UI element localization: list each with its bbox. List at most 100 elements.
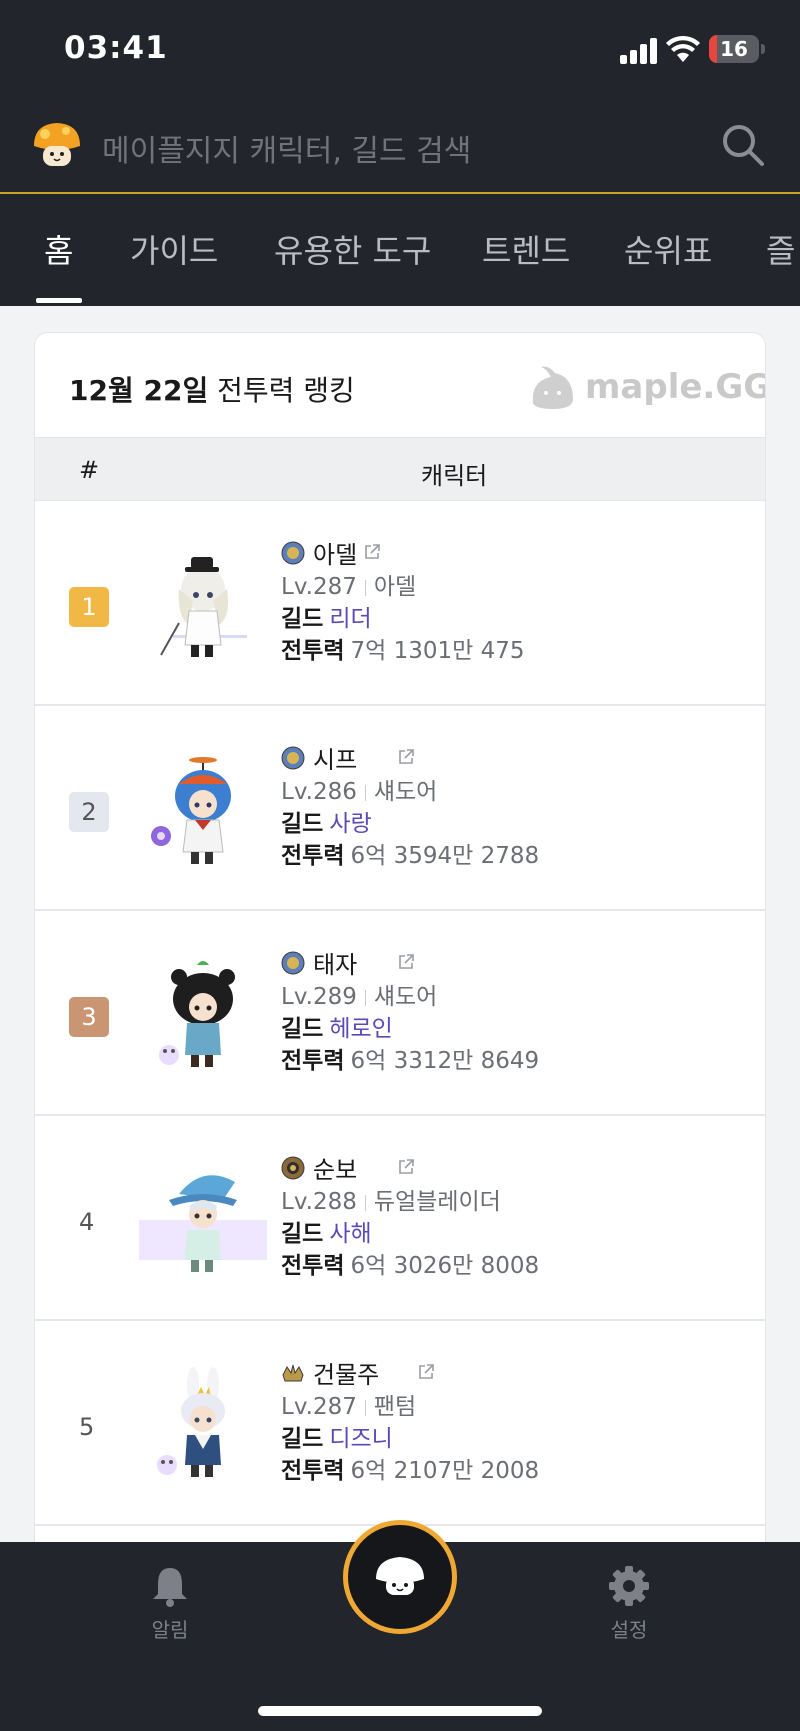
job-emblem-icon (281, 746, 305, 770)
character-avatar (151, 757, 231, 864)
bell-icon (153, 1568, 187, 1607)
power-line: 전투력 7억 1301만 475 (281, 631, 525, 665)
search-input[interactable]: 메이플지지 캐릭터, 길드 검색 (102, 126, 471, 170)
tab-ranking[interactable]: 순위표 (624, 226, 712, 272)
home-indicator (258, 1706, 542, 1716)
external-link-icon[interactable] (397, 1158, 415, 1176)
search-bar[interactable]: 메이플지지 캐릭터, 길드 검색 (0, 100, 800, 194)
mushroom-home-icon (376, 1557, 424, 1595)
level-job: Lv.287 팬텀 (281, 1387, 416, 1421)
level-job: Lv.286 섀도어 (281, 772, 437, 806)
power-value: 6억 3312만 8649 (350, 1048, 540, 1074)
power-line: 전투력 6억 3312만 8649 (281, 1041, 539, 1075)
guild-line: 길드 헤로인 (281, 1009, 393, 1043)
guild-label: 길드 (281, 1426, 324, 1452)
ranking-row-3[interactable]: 3 태자 Lv.289 섀도어 길드 헤로인 전투력 6억 3312만 8649 (35, 911, 765, 1116)
power-label: 전투력 (281, 1048, 345, 1074)
external-link-icon[interactable] (397, 748, 415, 766)
header-character: 캐릭터 (421, 462, 488, 490)
character-name[interactable]: 시프 (313, 740, 357, 775)
job-emblem-icon (281, 1156, 305, 1180)
power-label: 전투력 (281, 1253, 345, 1279)
character-job: 팬텀 (373, 1394, 417, 1420)
job-emblem-icon (281, 541, 305, 565)
character-job: 섀도어 (373, 779, 438, 805)
guild-link[interactable]: 디즈니 (329, 1426, 392, 1452)
rank-number: 5 (79, 1413, 95, 1441)
power-value: 6억 3026만 8008 (350, 1253, 540, 1279)
power-label: 전투력 (281, 843, 345, 869)
character-avatar (160, 557, 247, 657)
power-value: 6억 2107만 2008 (350, 1458, 540, 1484)
tab-trend[interactable]: 트렌드 (482, 226, 570, 272)
level-job: Lv.288 듀얼블레이더 (281, 1182, 501, 1216)
cellular-signal-icon (620, 38, 658, 64)
ranking-row-5[interactable]: 5 건물주 Lv.287 팬텀 길드 디즈니 전투력 6억 2107만 2008 (35, 1321, 765, 1526)
ranking-row-2[interactable]: 2 시프 Lv.286 섀도어 길드 사랑 전투력 6억 3594만 2788 (35, 706, 765, 911)
job-emblem-icon (281, 951, 305, 975)
guild-link[interactable]: 사해 (329, 1221, 371, 1247)
level-job: Lv.287 아델 (281, 567, 416, 601)
tab-favorites[interactable]: 즐 (766, 226, 795, 272)
rank-badge-silver: 2 (69, 792, 109, 832)
external-link-icon[interactable] (363, 543, 381, 561)
home-center-button[interactable] (343, 1520, 457, 1634)
power-value: 7억 1301만 475 (350, 638, 525, 664)
ranking-title: 12월 22일 전투력 랭킹 (69, 369, 355, 409)
ranking-card-header: 12월 22일 전투력 랭킹 maple.GG (35, 333, 765, 437)
power-line: 전투력 6억 2107만 2008 (281, 1451, 539, 1485)
power-line: 전투력 6억 3026만 8008 (281, 1246, 539, 1280)
nav-alerts-label: 알림 (151, 1618, 189, 1642)
character-avatar (139, 1175, 267, 1272)
search-icon[interactable] (720, 122, 766, 168)
header-rank: # (79, 456, 100, 484)
external-link-icon[interactable] (417, 1363, 435, 1381)
ranking-card: 12월 22일 전투력 랭킹 maple.GG # 캐릭터 1 아델 Lv.28… (34, 332, 766, 1542)
bottom-nav: 알림 설정 (0, 1520, 800, 1731)
character-name[interactable]: 아델 (313, 535, 357, 570)
main-content[interactable]: 12월 22일 전투력 랭킹 maple.GG # 캐릭터 1 아델 Lv.28… (0, 306, 800, 1542)
mushroom-logo-icon[interactable] (30, 120, 84, 170)
character-avatar (159, 961, 235, 1067)
guild-line: 길드 사해 (281, 1214, 372, 1248)
character-job: 섀도어 (373, 984, 438, 1010)
table-header: # 캐릭터 (35, 437, 765, 501)
tab-home[interactable]: 홈 (44, 226, 73, 272)
rank-badge-bronze: 3 (69, 997, 109, 1037)
power-label: 전투력 (281, 1458, 345, 1484)
guild-label: 길드 (281, 811, 324, 837)
ranking-row-4[interactable]: 4 순보 Lv.288 듀얼블레이더 길드 사해 전투력 6억 3026만 80… (35, 1116, 765, 1321)
character-name[interactable]: 태자 (313, 945, 357, 980)
brand-text: maple.GG (585, 367, 766, 407)
external-link-icon[interactable] (397, 953, 415, 971)
power-label: 전투력 (281, 638, 345, 664)
battery-level: 16 (720, 37, 748, 61)
character-level: Lv.289 (281, 984, 357, 1010)
character-job: 듀얼블레이더 (373, 1189, 501, 1215)
wifi-icon (666, 35, 700, 62)
guild-link[interactable]: 리더 (329, 606, 371, 632)
guild-label: 길드 (281, 606, 324, 632)
character-job: 아델 (373, 574, 417, 600)
character-level: Lv.288 (281, 1189, 357, 1215)
tab-guide[interactable]: 가이드 (130, 226, 218, 272)
level-job: Lv.289 섀도어 (281, 977, 437, 1011)
guild-label: 길드 (281, 1221, 324, 1247)
nav-alerts[interactable]: 알림 (110, 1564, 230, 1643)
nav-settings[interactable]: 설정 (569, 1564, 689, 1643)
job-emblem-icon (282, 1364, 304, 1382)
guild-line: 길드 디즈니 (281, 1419, 393, 1453)
guild-line: 길드 사랑 (281, 804, 372, 838)
status-bar: 03:41 16 (0, 0, 800, 100)
guild-link[interactable]: 사랑 (329, 811, 371, 837)
character-name[interactable]: 건물주 (313, 1355, 379, 1390)
main-tabs: 홈 가이드 유용한 도구 트렌드 순위표 즐 (0, 196, 800, 306)
character-name[interactable]: 순보 (313, 1150, 357, 1185)
tab-tools[interactable]: 유용한 도구 (274, 226, 431, 272)
ranking-row-1[interactable]: 1 아델 Lv.287 아델 길드 리더 전투력 7억 1301만 475 (35, 501, 765, 706)
character-avatar (157, 1367, 225, 1477)
character-level: Lv.287 (281, 574, 357, 600)
active-tab-indicator (36, 298, 82, 303)
guild-link[interactable]: 헤로인 (329, 1016, 392, 1042)
character-level: Lv.287 (281, 1394, 357, 1420)
